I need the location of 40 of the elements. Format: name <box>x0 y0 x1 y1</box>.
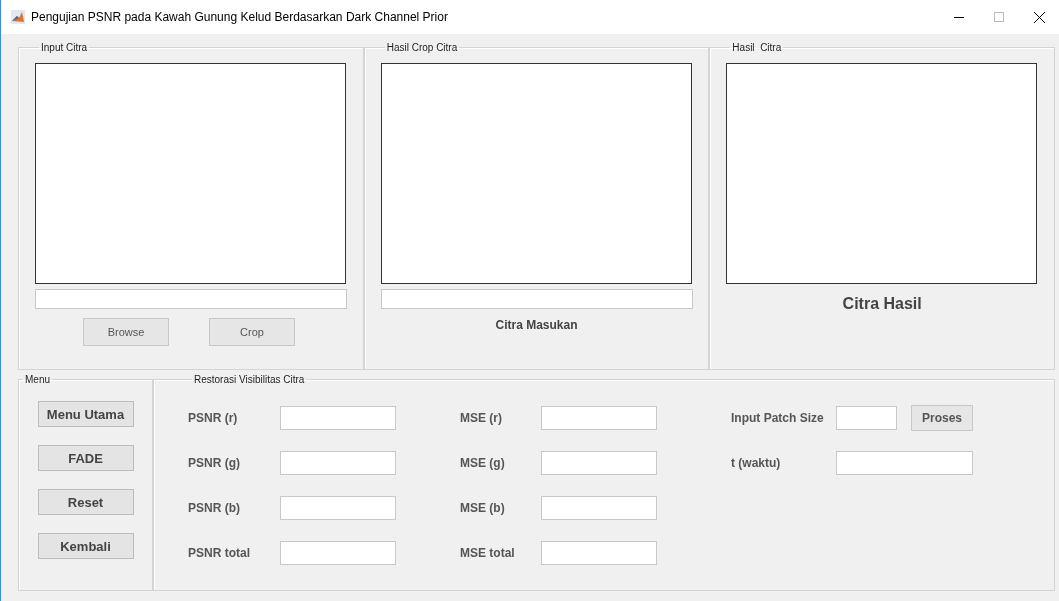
patch-size-label: Input Patch Size <box>731 410 825 425</box>
menu-button[interactable]: Kembali <box>37 533 134 559</box>
browse-button[interactable]: Browse <box>83 318 169 346</box>
menu-button[interactable]: Menu Utama <box>37 401 134 427</box>
image-caption: Citra Masukan <box>495 318 579 332</box>
mse-label: MSE (b) <box>460 500 506 515</box>
crop-field[interactable] <box>380 289 693 309</box>
psnr-label: PSNR total <box>188 545 251 560</box>
mse-field[interactable] <box>541 450 657 475</box>
process-button[interactable]: Proses <box>911 404 973 431</box>
psnr-label: PSNR (b) <box>188 500 241 515</box>
menu-button[interactable]: Reset <box>37 489 134 515</box>
mse-field[interactable] <box>541 405 657 430</box>
app-icon <box>11 10 25 24</box>
image-caption: Citra Hasil <box>842 295 923 313</box>
psnr-label: PSNR (r) <box>188 410 239 425</box>
mse-field[interactable] <box>541 540 657 565</box>
menu-button[interactable]: FADE <box>37 445 134 471</box>
mse-field[interactable] <box>541 495 657 520</box>
psnr-field[interactable] <box>280 540 396 565</box>
panel-title: Input Citra <box>40 42 89 53</box>
psnr-field[interactable] <box>280 495 396 520</box>
psnr-label: PSNR (g) <box>188 455 241 470</box>
mse-label: MSE (r) <box>460 410 503 425</box>
patch-size-field[interactable] <box>836 405 897 430</box>
maximize-icon <box>994 12 1004 22</box>
panel-title: Hasil Citra <box>731 42 783 53</box>
close-icon <box>1033 11 1045 23</box>
window-title: Pengujian PSNR pada Kawah Gunung Kelud Berdasarkan Dark Channel Prior <box>31 10 448 24</box>
panel-title: Hasil Crop Citra <box>385 42 459 53</box>
crop-button[interactable]: Crop <box>209 318 295 346</box>
psnr-field[interactable] <box>280 450 396 475</box>
file-path-field[interactable] <box>35 289 347 309</box>
time-label: t (waktu) <box>731 455 782 470</box>
panel-title: Restorasi Visibilitas Citra <box>193 374 306 385</box>
mse-label: MSE (g) <box>460 455 506 470</box>
psnr-field[interactable] <box>280 405 396 430</box>
time-field[interactable] <box>836 450 973 475</box>
mse-label: MSE total <box>460 545 516 560</box>
panel-title: Menu <box>24 374 51 385</box>
